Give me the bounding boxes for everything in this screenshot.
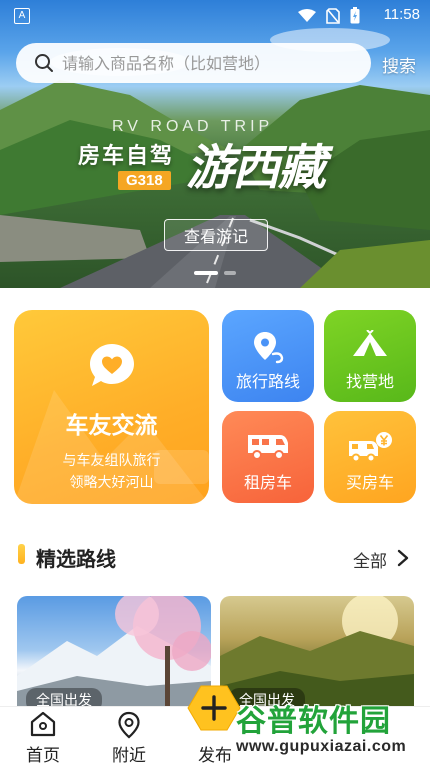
find-camp-label: 找营地 — [345, 372, 394, 391]
heart-chat-icon — [90, 344, 134, 386]
location-route-icon — [254, 332, 284, 364]
banner-route-badge: G318 — [118, 171, 171, 190]
watermark-url: www.gupuxiazai.com — [236, 738, 407, 755]
travel-route-card[interactable]: 旅行路线 — [222, 310, 314, 402]
tent-icon — [353, 330, 387, 356]
nav-nearby[interactable]: 附近 — [99, 707, 159, 767]
banner-title-left: 房车自驾 — [78, 144, 175, 169]
banner-title-right: 游西藏 — [186, 140, 326, 196]
wifi-icon — [298, 8, 316, 22]
search-box[interactable] — [16, 43, 371, 83]
buy-rv-card[interactable]: 买房车 — [324, 411, 416, 503]
banner-pagination — [194, 271, 236, 275]
watermark-name: 谷普软件园 — [236, 704, 391, 739]
battery-icon — [350, 7, 360, 24]
sim-icon — [326, 7, 340, 24]
app-notification-icon: A — [14, 8, 30, 24]
community-card[interactable]: 车友交流 与车友组队旅行 领略大好河山 — [14, 310, 209, 504]
view-travelogue-button[interactable]: 查看游记 — [164, 219, 268, 251]
find-camp-card[interactable]: 找营地 — [324, 310, 416, 402]
search-icon — [35, 54, 53, 72]
section-accent-bar — [18, 544, 25, 564]
nav-home[interactable]: 首页 — [13, 707, 73, 767]
status-time: 11:58 — [383, 6, 420, 23]
route-card[interactable]: 全国出发 — [17, 596, 211, 716]
community-title: 车友交流 — [65, 413, 158, 439]
chevron-right-icon[interactable] — [397, 549, 409, 567]
hero-banner[interactable]: A 11:58 搜索 RV ROAD TRIP 房车自驾 G318 游西藏 — [0, 0, 430, 288]
watermark: 谷普软件园 www.gupuxiazai.com — [222, 694, 430, 766]
community-desc: 与车友组队旅行 领略大好河山 — [14, 450, 209, 494]
community-desc-line2: 领略大好河山 — [69, 475, 154, 491]
rv-icon — [248, 435, 288, 460]
travel-route-label: 旅行路线 — [235, 372, 300, 391]
section-title: 精选路线 — [36, 547, 116, 571]
rent-rv-label: 租房车 — [243, 473, 292, 492]
location-pin-icon — [118, 711, 140, 739]
search-input[interactable] — [60, 52, 364, 74]
view-all-link[interactable]: 全部 — [353, 547, 387, 572]
nav-home-label: 首页 — [26, 746, 60, 766]
pagination-dot[interactable] — [224, 271, 236, 275]
rent-rv-card[interactable]: 租房车 — [222, 411, 314, 503]
buy-rv-label: 买房车 — [345, 473, 394, 492]
status-bar: A 11:58 — [0, 0, 430, 32]
search-button[interactable]: 搜索 — [382, 52, 416, 77]
nav-nearby-label: 附近 — [112, 746, 146, 766]
pagination-dot-active[interactable] — [194, 271, 218, 275]
rv-yen-icon — [349, 432, 392, 463]
community-desc-line1: 与车友组队旅行 — [62, 453, 161, 469]
home-icon — [30, 711, 56, 737]
